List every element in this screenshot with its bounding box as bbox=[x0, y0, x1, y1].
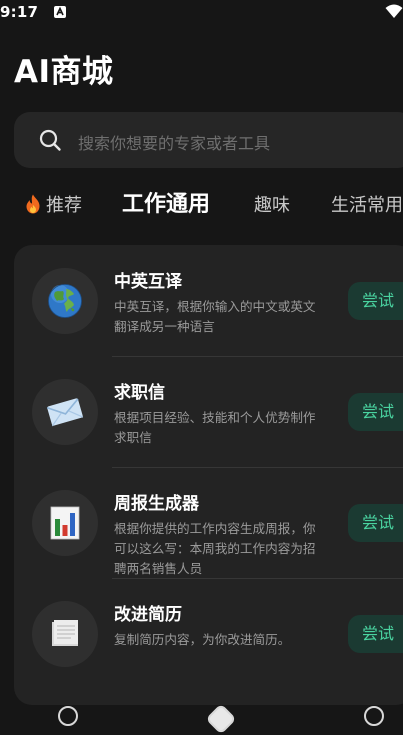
try-button[interactable]: 尝试 bbox=[348, 393, 403, 431]
search-icon bbox=[38, 128, 62, 152]
nav-store-icon[interactable] bbox=[205, 703, 237, 735]
fire-icon bbox=[24, 194, 42, 219]
item-description: 中英互译，根据你输入的中文或英文翻译成另一种语言 bbox=[114, 299, 316, 334]
tool-list: 中英互译 中英互译，根据你输入的中文或英文翻译成另一种语言 尝试 求职信 根据项… bbox=[14, 245, 403, 705]
list-item[interactable]: 周报生成器 根据你提供的工作内容生成周报，你可以这么写：本周我的工作内容为招聘两… bbox=[14, 467, 403, 578]
divider bbox=[112, 467, 403, 468]
wifi-icon bbox=[385, 3, 403, 19]
item-title: 周报生成器 bbox=[114, 494, 199, 514]
item-title: 改进简历 bbox=[114, 605, 182, 625]
list-item[interactable]: 改进简历 复制简历内容，为你改进简历。 尝试 bbox=[14, 578, 403, 689]
bar-chart-icon bbox=[32, 490, 98, 556]
item-description: 根据你提供的工作内容生成周报，你可以这么写：本周我的工作内容为招聘两名销售人员 bbox=[114, 521, 316, 576]
envelope-icon bbox=[32, 379, 98, 445]
document-icon bbox=[32, 601, 98, 667]
category-tabs: 推荐 工作通用 趣味 生活常用 bbox=[0, 184, 403, 224]
search-input[interactable]: 搜索你想要的专家或者工具 bbox=[78, 130, 270, 154]
tab-recommend-label: 推荐 bbox=[46, 195, 82, 216]
status-time: 9:17 bbox=[0, 3, 39, 21]
bottom-nav bbox=[0, 703, 403, 735]
nav-profile-icon[interactable] bbox=[364, 706, 384, 726]
nav-home-icon[interactable] bbox=[58, 706, 78, 726]
item-title: 求职信 bbox=[114, 383, 165, 403]
try-button[interactable]: 尝试 bbox=[348, 504, 403, 542]
try-button[interactable]: 尝试 bbox=[348, 282, 403, 320]
try-button[interactable]: 尝试 bbox=[348, 615, 403, 653]
list-item[interactable]: 求职信 根据项目经验、技能和个人优势制作求职信 尝试 bbox=[14, 356, 403, 467]
status-bar: 9:17 bbox=[0, 0, 403, 26]
globe-icon bbox=[32, 268, 98, 334]
tab-work-general[interactable]: 工作通用 bbox=[122, 186, 210, 218]
item-description: 复制简历内容，为你改进简历。 bbox=[114, 632, 291, 647]
tab-recommend[interactable]: 推荐 bbox=[24, 191, 82, 219]
list-item[interactable]: 中英互译 中英互译，根据你输入的中文或英文翻译成另一种语言 尝试 bbox=[14, 245, 403, 356]
divider bbox=[112, 356, 403, 357]
tab-fun[interactable]: 趣味 bbox=[254, 191, 290, 217]
notification-icon bbox=[54, 6, 66, 18]
tab-daily-life[interactable]: 生活常用 bbox=[331, 191, 403, 217]
item-title: 中英互译 bbox=[114, 272, 182, 292]
page-title: AI商城 bbox=[14, 54, 114, 90]
divider bbox=[112, 578, 403, 579]
search-bar[interactable]: 搜索你想要的专家或者工具 bbox=[14, 112, 403, 168]
item-description: 根据项目经验、技能和个人优势制作求职信 bbox=[114, 410, 316, 445]
